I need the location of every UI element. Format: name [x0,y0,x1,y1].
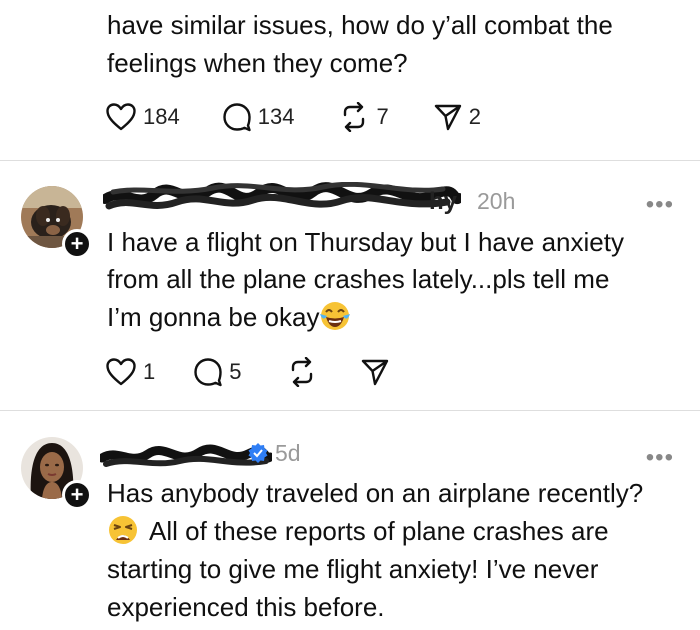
post-2-text-line: I’m gonna be okay [107,298,351,336]
like-button[interactable]: 1 [105,357,155,387]
repost-button[interactable]: 7 [338,102,389,132]
share-count: 2 [468,104,481,129]
post-2-text-line: I have a flight on Thursday but I have a… [107,227,624,257]
follow-plus-button[interactable]: + [62,480,92,510]
repost-icon [291,357,312,387]
more-options-button[interactable]: ••• [646,446,674,470]
post-2-actions: 1 5 [105,355,390,389]
verified-badge-icon [248,443,268,463]
more-options-button[interactable]: ••• [646,193,674,217]
divider [0,160,700,161]
repost-count: 7 [376,104,389,129]
post-3-text-line: starting to give me flight anxiety! I’ve… [107,554,599,584]
share-button[interactable] [360,357,390,387]
post-2-text-line3: I’m gonna be okay [107,302,320,332]
weary-face-emoji-icon [109,516,137,545]
comment-icon [223,103,251,132]
timestamp: 20h [477,188,516,214]
like-button[interactable]: 184 [105,102,180,132]
repost-icon [344,102,365,132]
reply-button[interactable]: 134 [222,102,295,132]
send-icon [361,359,388,386]
comment-icon [194,358,222,387]
reply-count: 134 [257,104,295,129]
reply-count: 5 [229,359,242,384]
heart-icon [106,358,136,386]
redacted-username-scribble [103,182,461,210]
post-3-text-line: Has anybody traveled on an airplane rece… [107,478,644,508]
post-3-text-line: All of these reports of plane crashes ar… [107,512,609,550]
post-3-text-line: experienced this before. [107,592,385,622]
post-1-text-line: have similar issues, how do y’all combat… [107,10,613,40]
tears-of-joy-emoji-icon [320,302,351,331]
send-icon [434,104,461,131]
post-3-text-line2: All of these reports of plane crashes ar… [149,516,609,546]
share-button[interactable]: 2 [433,102,481,132]
like-count: 184 [143,104,180,129]
divider [0,410,700,411]
timestamp: 5d [275,440,301,466]
post-1-actions: 184 134 7 2 [105,100,481,134]
repost-button[interactable] [286,357,318,387]
username[interactable]: hy [429,188,457,216]
like-count: 1 [143,359,156,384]
post-2-text-line: from all the plane crashes lately...pls … [107,264,610,294]
heart-icon [106,103,136,131]
follow-plus-button[interactable]: + [62,229,92,259]
post-1-text-line: feelings when they come? [107,48,408,78]
reply-button[interactable]: 5 [193,357,242,387]
